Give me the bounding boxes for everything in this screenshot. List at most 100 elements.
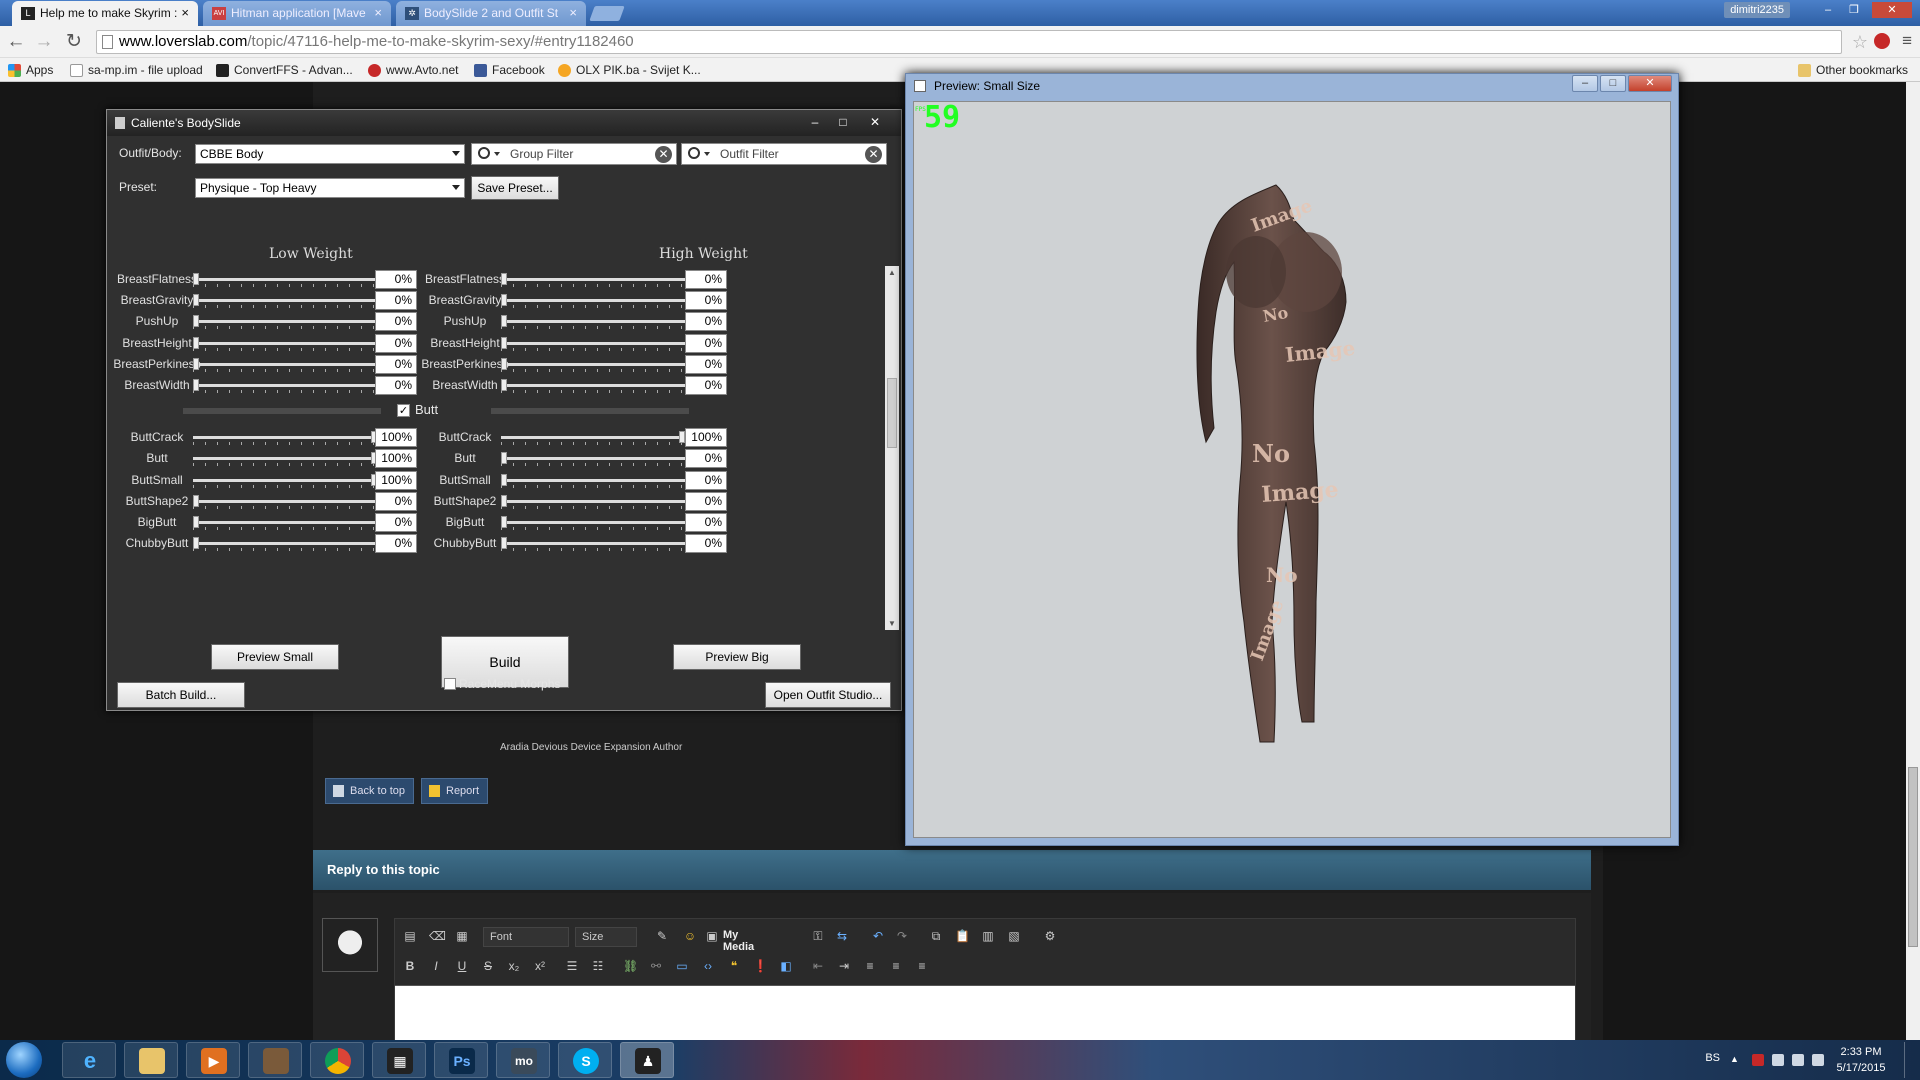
slider-value-low[interactable]: 0% (375, 513, 417, 532)
undo-icon[interactable]: ↶ (871, 929, 885, 943)
preview-big-button[interactable]: Preview Big (673, 644, 801, 670)
spoiler-icon[interactable]: ⚿ (811, 929, 825, 943)
close-icon[interactable]: ✕ (863, 114, 887, 130)
bold-icon[interactable]: B (403, 959, 417, 973)
page-scrollbar[interactable] (1906, 82, 1920, 1040)
scroll-down-icon[interactable]: ▼ (888, 619, 896, 628)
slider-thumb-low[interactable] (193, 273, 199, 285)
copy-icon[interactable]: ⧉ (929, 929, 943, 943)
slider-track-low[interactable] (193, 362, 377, 366)
volume-icon[interactable] (1812, 1054, 1824, 1066)
back-to-top-button[interactable]: Back to top (325, 778, 415, 804)
source-icon[interactable]: ▤ (403, 929, 417, 943)
slider-value-high[interactable]: 0% (685, 270, 727, 289)
taskbar-chrome[interactable] (310, 1042, 364, 1078)
slider-value-low[interactable]: 0% (375, 291, 417, 311)
paste-text-icon[interactable]: ▥ (981, 929, 995, 943)
numbered-list-icon[interactable]: ☷ (591, 959, 605, 973)
taskbar-app[interactable]: mo (496, 1042, 550, 1078)
settings-gear-icon[interactable]: ⚙ (1043, 929, 1057, 943)
preview-3d-viewport[interactable]: FPS 59 Image No Image No Image No Image (913, 101, 1671, 838)
translate-icon[interactable]: ⇆ (835, 929, 849, 943)
tab-close-icon[interactable]: × (181, 1, 189, 25)
taskbar-internet-explorer[interactable]: e (62, 1042, 116, 1078)
slider-value-high[interactable]: 0% (685, 449, 727, 469)
code-icon[interactable]: ‹› (701, 959, 715, 973)
minimize-icon[interactable]: – (803, 114, 827, 130)
open-outfit-studio-button[interactable]: Open Outfit Studio... (765, 682, 891, 708)
slider-track-high[interactable] (501, 320, 685, 324)
slider-track-high[interactable] (501, 499, 685, 503)
paste-icon[interactable]: 📋 (955, 929, 970, 943)
address-bar[interactable]: www.loverslab.com/topic/47116-help-me-to… (96, 30, 1842, 54)
subscript-icon[interactable]: x₂ (507, 959, 521, 973)
slider-track-low[interactable] (193, 278, 377, 281)
clear-icon[interactable]: ✕ (865, 146, 882, 163)
slider-track-high[interactable] (501, 457, 685, 461)
preview-titlebar[interactable]: Preview: Small Size – □ ✕ (906, 74, 1678, 98)
taskbar-media-player[interactable]: ▶ (186, 1042, 240, 1078)
spoiler-alert-icon[interactable]: ❗ (753, 959, 768, 973)
report-button[interactable]: Report (421, 778, 489, 804)
slider-value-low[interactable]: 0% (375, 491, 417, 511)
bookmark-star-icon[interactable]: ☆ (1852, 32, 1868, 52)
group-filter-input[interactable]: Group Filter ✕ (471, 143, 677, 165)
outdent-icon[interactable]: ⇤ (811, 959, 825, 973)
tab-close-icon[interactable]: × (374, 1, 382, 25)
slider-thumb-high[interactable] (501, 336, 507, 349)
slider-track-low[interactable] (193, 341, 377, 345)
align-right-icon[interactable]: ≡ (915, 959, 929, 973)
slider-scrollbar[interactable]: ▲ ▼ (885, 266, 899, 630)
unlink-icon[interactable]: ⚯ (649, 959, 663, 973)
slider-value-high[interactable]: 0% (685, 333, 727, 353)
slider-track-high[interactable] (501, 478, 685, 482)
taskbar-photoshop[interactable]: Ps (434, 1042, 488, 1078)
superscript-icon[interactable]: x² (533, 959, 547, 973)
slider-value-high[interactable]: 0% (685, 534, 727, 554)
tab-hitman-application[interactable]: AVI Hitman application [Mave × (203, 1, 391, 26)
window-maximize-icon[interactable]: ❐ (1842, 2, 1866, 18)
eraser-icon[interactable]: ⌫ (429, 929, 446, 943)
slider-track-low[interactable] (193, 320, 377, 324)
slider-track-low[interactable] (193, 542, 377, 546)
slider-thumb-high[interactable] (501, 294, 507, 307)
back-arrow-icon[interactable]: ← (4, 30, 28, 54)
slider-value-high[interactable]: 0% (685, 376, 727, 395)
taskbar-game[interactable] (248, 1042, 302, 1078)
slider-thumb-high[interactable] (501, 357, 507, 370)
preset-select[interactable]: Physique - Top Heavy (195, 178, 465, 198)
language-indicator[interactable]: BS (1705, 1052, 1720, 1064)
emoticon-icon[interactable]: ☺ (683, 929, 697, 943)
slider-thumb-low[interactable] (193, 537, 199, 550)
redo-icon[interactable]: ↷ (895, 929, 909, 943)
action-center-icon[interactable] (1792, 1054, 1804, 1066)
new-tab-button[interactable] (589, 6, 625, 21)
slider-track-low[interactable] (193, 299, 377, 303)
quote-icon[interactable]: ❝ (727, 959, 741, 973)
maximize-icon[interactable]: □ (1600, 75, 1626, 92)
slider-value-low[interactable]: 0% (375, 312, 417, 332)
image-icon[interactable]: ▭ (675, 959, 689, 973)
batch-build-button[interactable]: Batch Build... (117, 682, 245, 708)
slider-thumb-low[interactable] (193, 315, 199, 328)
maximize-icon[interactable]: □ (831, 114, 855, 130)
taskbar-video-editor[interactable]: ▦ (372, 1042, 426, 1078)
size-select[interactable]: Size (575, 927, 637, 947)
reply-textarea[interactable] (395, 985, 1575, 1041)
slider-track-high[interactable] (501, 436, 685, 440)
slider-track-high[interactable] (501, 299, 685, 303)
preview-small-button[interactable]: Preview Small (211, 644, 339, 670)
taskbar-skype[interactable]: S (558, 1042, 612, 1078)
slider-value-low[interactable]: 0% (375, 333, 417, 353)
slider-thumb-high[interactable] (501, 452, 507, 465)
slider-thumb-high[interactable] (501, 516, 507, 528)
bookmark-olx[interactable]: OLX PIK.ba - Svijet K... (558, 61, 701, 79)
slider-thumb-high[interactable] (501, 379, 507, 391)
slider-value-low[interactable]: 0% (375, 270, 417, 289)
window-close-icon[interactable]: ✕ (1872, 2, 1912, 18)
show-desktop-button[interactable] (1904, 1042, 1916, 1078)
slider-track-low[interactable] (193, 521, 377, 524)
twitter-icon[interactable]: ◧ (779, 959, 793, 973)
bodyslide-titlebar[interactable]: Caliente's BodySlide – □ ✕ (107, 110, 901, 136)
butt-group-checkbox[interactable]: ✓ (397, 404, 410, 418)
